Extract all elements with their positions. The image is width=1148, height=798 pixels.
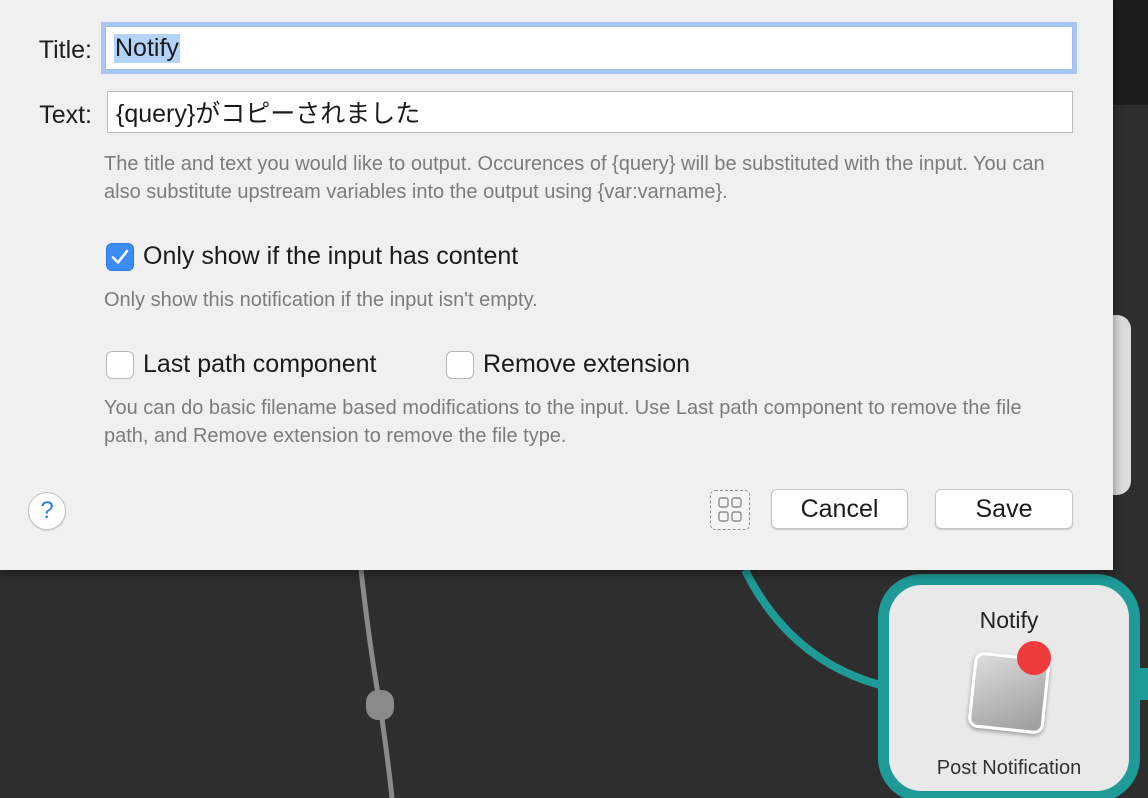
only-show-checkbox[interactable] (106, 243, 134, 271)
connection-line-gray (358, 569, 395, 798)
window-titlebar-fragment (1113, 0, 1148, 105)
only-show-label[interactable]: Only show if the input has content (143, 242, 518, 271)
remove-extension-checkbox[interactable] (446, 351, 474, 379)
last-path-component-checkbox[interactable] (106, 351, 134, 379)
text-field-value: {query}がコピーされました (116, 100, 421, 128)
node-body: Notify Post Notification (889, 585, 1129, 791)
title-field-value: Notify (114, 33, 180, 63)
filename-help-text: You can do basic filename based modifica… (104, 397, 1022, 447)
grid-icon (718, 497, 742, 522)
connection-line-teal (741, 568, 882, 689)
save-button[interactable]: Save (935, 489, 1073, 529)
layout-toggle-button[interactable] (710, 490, 750, 530)
cancel-button[interactable]: Cancel (771, 489, 908, 529)
only-show-help-text: Only show this notification if the input… (104, 289, 538, 311)
text-field[interactable]: {query}がコピーされました (107, 91, 1073, 133)
output-help-text: The title and text you would like to out… (104, 153, 1045, 203)
workflow-node-notify[interactable]: Notify Post Notification (878, 574, 1140, 798)
notification-badge-icon (1017, 641, 1051, 675)
node-title: Notify (979, 607, 1039, 633)
node-subtitle: Post Notification (936, 757, 1082, 779)
connection-knob[interactable] (366, 690, 394, 720)
help-button[interactable]: ? (28, 492, 66, 530)
background-panel-edge (1113, 315, 1131, 495)
title-field[interactable]: Notify (105, 26, 1073, 70)
checkmark-icon (111, 249, 129, 264)
post-notification-dialog: Title: Notify Text: {query}がコピーされました The… (0, 0, 1113, 570)
title-label: Title: (38, 36, 92, 64)
last-path-component-label[interactable]: Last path component (143, 350, 377, 379)
remove-extension-label[interactable]: Remove extension (483, 350, 690, 379)
text-label: Text: (39, 101, 92, 129)
